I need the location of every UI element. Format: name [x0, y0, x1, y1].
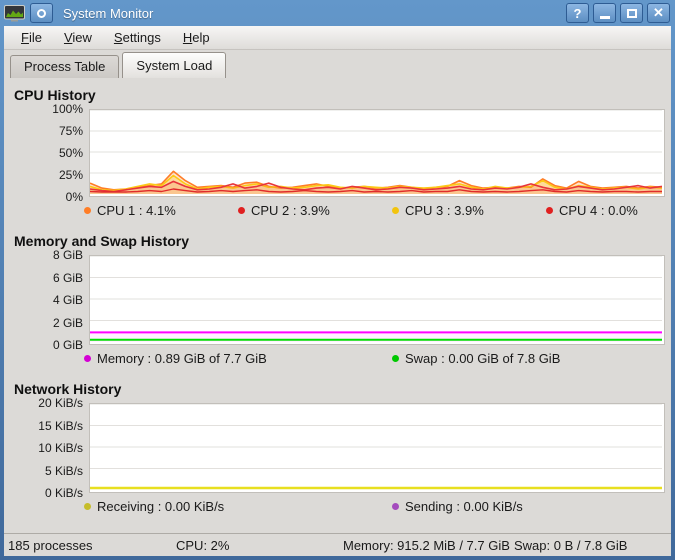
- receiving-dot-icon: [84, 503, 91, 510]
- network-chart-row: 20 KiB/s 15 KiB/s 10 KiB/s 5 KiB/s 0 KiB/s: [10, 396, 665, 500]
- legend-cpu2: CPU 2 : 3.9%: [238, 203, 330, 218]
- legend-cpu3: CPU 3 : 3.9%: [392, 203, 484, 218]
- cpu1-legend-label: CPU 1 : 4.1%: [97, 203, 176, 218]
- memory-history-chart: [89, 255, 665, 345]
- memory-dot-icon: [84, 355, 91, 362]
- status-swap: Swap: 0 B / 7.8 GiB: [514, 538, 628, 553]
- legend-swap: Swap : 0.00 GiB of 7.8 GiB: [392, 351, 560, 366]
- menu-file[interactable]: File: [10, 27, 53, 48]
- tab-process-table[interactable]: Process Table: [10, 55, 120, 78]
- legend-sending: Sending : 0.00 KiB/s: [392, 499, 523, 514]
- cpu4-legend-label: CPU 4 : 0.0%: [559, 203, 638, 218]
- cpu2-dot-icon: [238, 207, 245, 214]
- receiving-legend-label: Receiving : 0.00 KiB/s: [97, 499, 225, 514]
- cpu-legend: CPU 1 : 4.1% CPU 2 : 3.9% CPU 3 : 3.9% C…: [10, 197, 665, 224]
- status-cpu: CPU: 2%: [176, 538, 230, 553]
- tabbar: Process Table System Load: [4, 50, 671, 78]
- sending-legend-label: Sending : 0.00 KiB/s: [405, 499, 523, 514]
- swap-legend-label: Swap : 0.00 GiB of 7.8 GiB: [405, 351, 561, 366]
- cpu3-dot-icon: [392, 207, 399, 214]
- memory-legend: Memory : 0.89 GiB of 7.7 GiB Swap : 0.00…: [10, 345, 665, 372]
- close-button[interactable]: ✕: [647, 3, 670, 23]
- cpu-y-axis: 100% 75% 50% 25% 0%: [52, 102, 83, 204]
- maximize-button[interactable]: [620, 3, 643, 23]
- network-legend: Receiving : 0.00 KiB/s Sending : 0.00 Ki…: [10, 493, 665, 520]
- cpu-history-title: CPU History: [14, 87, 96, 103]
- cpu2-legend-label: CPU 2 : 3.9%: [251, 203, 330, 218]
- system-monitor-window: System Monitor ? ✕ File View Settings He…: [0, 0, 675, 560]
- minimize-icon: [599, 16, 610, 19]
- sending-dot-icon: [392, 503, 399, 510]
- memory-history-title: Memory and Swap History: [14, 233, 190, 249]
- memory-chart-row: 8 GiB 6 GiB 4 GiB 2 GiB 0 GiB: [10, 248, 665, 352]
- window-menu-button[interactable]: [30, 3, 53, 23]
- memory-y-axis: 8 GiB 6 GiB 4 GiB 2 GiB 0 GiB: [52, 248, 83, 352]
- cpu1-dot-icon: [84, 207, 91, 214]
- menubar: File View Settings Help: [4, 26, 671, 50]
- swap-dot-icon: [392, 355, 399, 362]
- app-icon: [4, 4, 26, 22]
- tab-system-load[interactable]: System Load: [122, 52, 227, 78]
- menu-settings[interactable]: Settings: [103, 27, 172, 48]
- status-memory: Memory: 915.2 MiB / 7.7 GiB: [343, 538, 510, 553]
- window-body: File View Settings Help Process Table Sy…: [4, 26, 671, 556]
- status-processes: 185 processes: [8, 538, 93, 553]
- legend-cpu4: CPU 4 : 0.0%: [546, 203, 638, 218]
- legend-cpu1: CPU 1 : 4.1%: [84, 203, 176, 218]
- system-load-panel: CPU History 100% 75% 50% 25% 0% CPU 1 : 4.1%…: [4, 78, 671, 533]
- cpu3-legend-label: CPU 3 : 3.9%: [405, 203, 484, 218]
- network-history-title: Network History: [14, 381, 122, 397]
- titlebar: System Monitor ? ✕: [0, 0, 675, 26]
- help-button[interactable]: ?: [566, 3, 589, 23]
- cpu-history-chart: [89, 109, 665, 197]
- network-history-chart: [89, 403, 665, 493]
- menu-help[interactable]: Help: [172, 27, 221, 48]
- window-title: System Monitor: [63, 5, 154, 21]
- statusbar: 185 processes CPU: 2% Memory: 915.2 MiB …: [4, 533, 671, 556]
- cpu4-dot-icon: [546, 207, 553, 214]
- maximize-icon: [626, 8, 637, 18]
- network-y-axis: 20 KiB/s 15 KiB/s 10 KiB/s 5 KiB/s 0 KiB/s: [38, 396, 83, 500]
- menu-view[interactable]: View: [53, 27, 103, 48]
- legend-memory: Memory : 0.89 GiB of 7.7 GiB: [84, 351, 267, 366]
- cpu-chart-row: 100% 75% 50% 25% 0%: [10, 102, 665, 204]
- minimize-button[interactable]: [593, 3, 616, 23]
- window-menu-icon: [37, 8, 46, 18]
- legend-receiving: Receiving : 0.00 KiB/s: [84, 499, 224, 514]
- memory-legend-label: Memory : 0.89 GiB of 7.7 GiB: [97, 351, 267, 366]
